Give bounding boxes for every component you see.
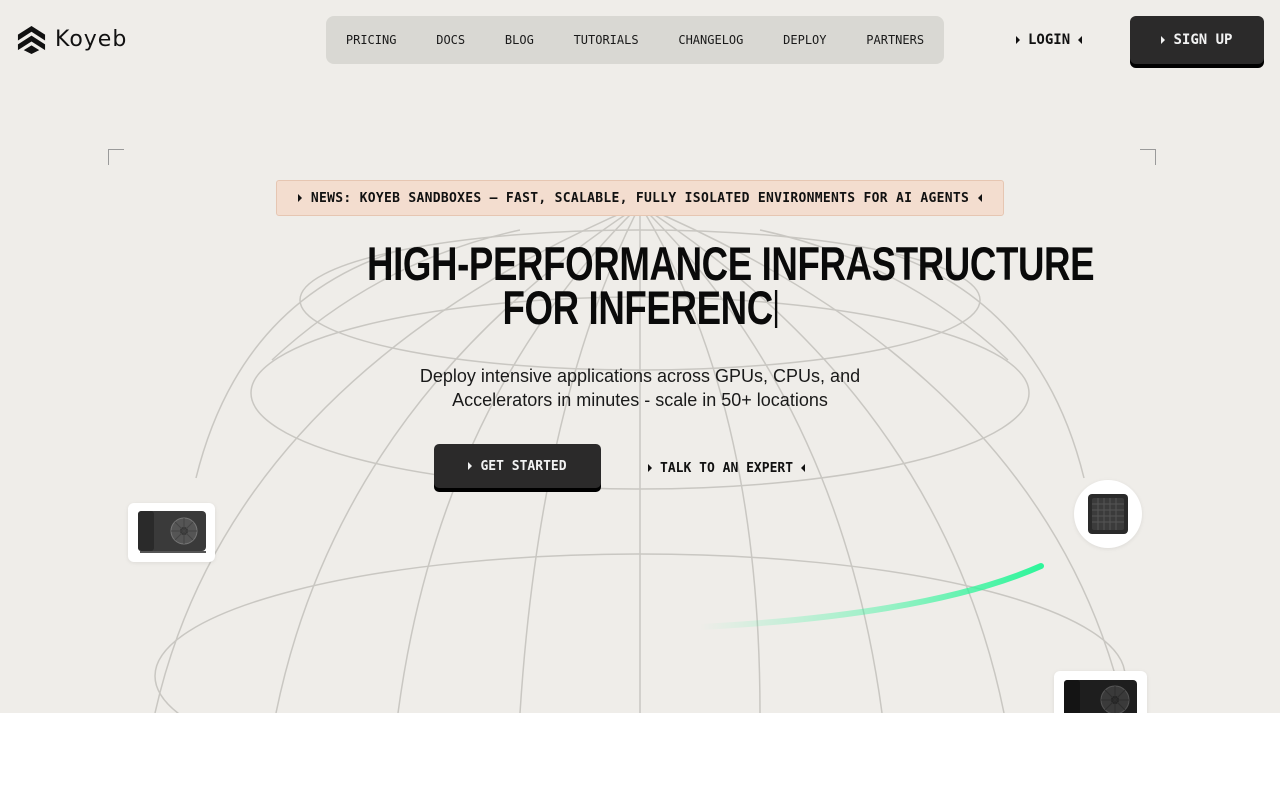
get-started-label: GET STARTED — [480, 458, 567, 474]
gpu-card — [128, 503, 215, 562]
arrow-left-icon — [801, 464, 806, 472]
arrow-left-icon — [1078, 36, 1083, 44]
signup-button[interactable]: SIGN UP — [1130, 16, 1264, 64]
nav-link-tutorials[interactable]: TUTORIALS — [574, 33, 639, 47]
news-banner[interactable]: NEWS: KOYEB SANDBOXES — FAST, SCALABLE, … — [276, 180, 1004, 216]
hero-title-line-2-wrap: FOR INFERENC — [367, 284, 913, 331]
news-text: NEWS: KOYEB SANDBOXES — FAST, SCALABLE, … — [310, 190, 970, 206]
gpu-card-icon — [1064, 680, 1137, 713]
brand-name: Koyeb — [55, 27, 128, 52]
hero-subtitle-line-1: Deploy intensive applications across GPU… — [419, 366, 861, 386]
hero-section: Koyeb PRICING DOCS BLOG TUTORIALS CHANGE… — [0, 0, 1280, 713]
corner-bracket-right — [1140, 149, 1156, 165]
nav-link-partners[interactable]: PARTNERS — [866, 33, 924, 47]
gpu-card-icon — [138, 511, 206, 553]
arrow-right-icon — [468, 462, 473, 470]
nav-link-blog[interactable]: BLOG — [505, 33, 534, 47]
nav-link-docs[interactable]: DOCS — [436, 33, 465, 47]
arrow-right-icon — [297, 194, 302, 202]
typing-caret — [775, 290, 778, 328]
cpu-card — [1074, 480, 1142, 548]
talk-to-expert-label: TALK TO AN EXPERT — [660, 460, 794, 476]
hero-subtitle: Deploy intensive applications across GPU… — [380, 364, 900, 412]
corner-bracket-left — [108, 149, 124, 165]
login-link[interactable]: LOGIN — [1016, 28, 1083, 52]
globe-illustration — [154, 204, 1126, 713]
koyeb-logo[interactable]: Koyeb — [16, 24, 127, 55]
cpu-chip-icon — [1088, 494, 1128, 534]
get-started-button[interactable]: GET STARTED — [434, 444, 601, 488]
arrow-right-icon — [1016, 36, 1020, 44]
network-arc — [697, 563, 1044, 630]
arrow-right-icon — [1161, 36, 1166, 44]
arrow-right-icon — [648, 464, 652, 472]
koyeb-logo-icon — [17, 25, 46, 55]
nav-link-pricing[interactable]: PRICING — [346, 33, 397, 47]
hero-title-line-1: HIGH-PERFORMANCE INFRASTRUCTURE — [367, 237, 1095, 290]
talk-to-expert-link[interactable]: TALK TO AN EXPERT — [648, 456, 806, 480]
gpu-card — [1054, 671, 1147, 713]
login-label: LOGIN — [1028, 32, 1071, 48]
hero-subtitle-line-2: Accelerators in minutes - scale in 50+ l… — [452, 390, 828, 410]
hero-title: HIGH-PERFORMANCE INFRASTRUCTURE FOR INFE… — [367, 237, 1095, 331]
hero-title-line-2: FOR INFERENC — [502, 281, 774, 334]
nav-link-changelog[interactable]: CHANGELOG — [678, 33, 743, 47]
arrow-left-icon — [978, 194, 983, 202]
signup-label: SIGN UP — [1173, 32, 1233, 48]
main-nav: PRICING DOCS BLOG TUTORIALS CHANGELOG DE… — [326, 16, 944, 64]
nav-link-deploy[interactable]: DEPLOY — [783, 33, 826, 47]
